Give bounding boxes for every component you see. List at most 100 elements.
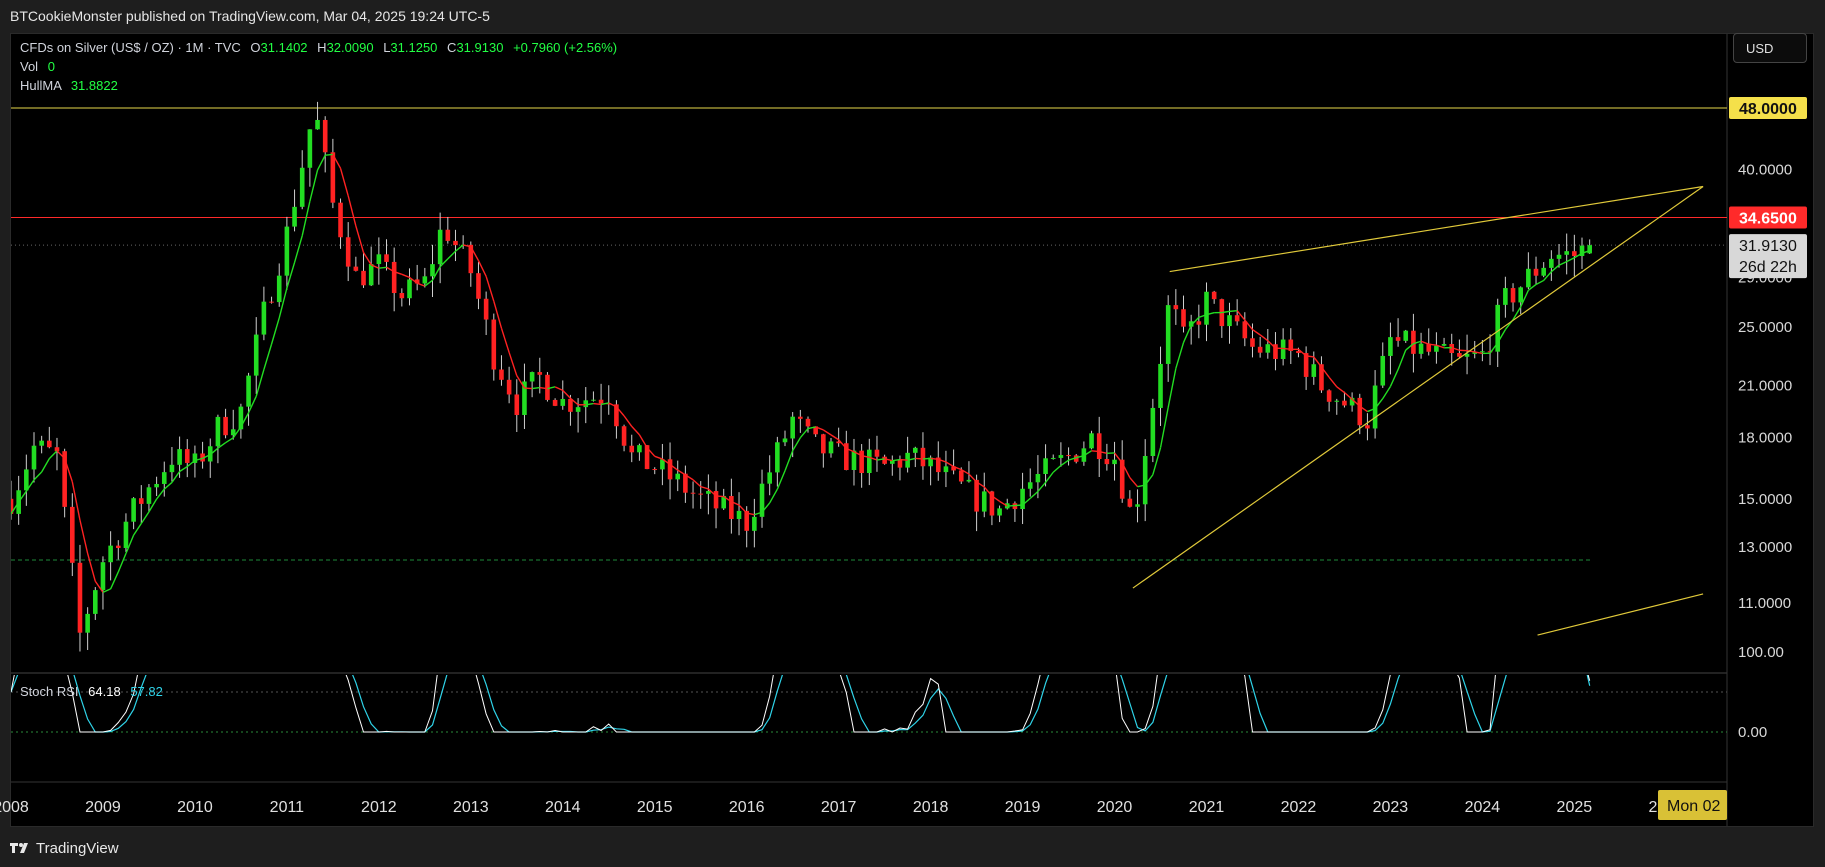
candle-down	[690, 492, 696, 494]
candle-up	[177, 449, 182, 465]
candle-up	[560, 398, 566, 406]
hull-segment	[1175, 342, 1185, 369]
candle-up	[437, 229, 443, 265]
hull-segment	[171, 471, 181, 483]
candle-up	[706, 491, 711, 494]
trendline[interactable]	[1132, 185, 1704, 589]
candle-up	[1150, 407, 1156, 457]
candle-down	[1096, 433, 1102, 460]
candle-down	[1365, 425, 1370, 429]
hull-segment	[401, 273, 410, 279]
candle-down	[138, 498, 144, 504]
hull-segment	[1535, 279, 1545, 286]
candle-up	[1050, 457, 1056, 459]
candle-up	[1441, 344, 1447, 346]
candle-up	[1265, 344, 1271, 353]
candle-down	[445, 229, 451, 241]
candle-up	[675, 473, 681, 480]
candle-down	[1196, 321, 1202, 325]
hull-segment	[1382, 386, 1392, 399]
candle-up	[1403, 330, 1409, 341]
candle-down	[545, 374, 550, 400]
candle-up	[736, 510, 742, 520]
candle-down	[974, 479, 979, 512]
candle-up	[1380, 355, 1386, 386]
candle-down	[1510, 288, 1516, 303]
stoch-tick-label: 100.00	[1738, 644, 1784, 661]
hull-segment	[715, 495, 724, 498]
candle-up	[767, 472, 772, 484]
hull-value: 31.8822	[70, 78, 118, 93]
hull-segment	[554, 386, 564, 391]
time-tick-label: 2023	[1373, 799, 1409, 816]
candle-up	[1334, 400, 1340, 402]
badge-48: 48.0000	[1739, 101, 1797, 118]
candle-up	[867, 449, 872, 474]
candle-up	[1526, 268, 1531, 288]
hull-segment	[1259, 334, 1269, 342]
candle-up	[407, 279, 412, 299]
hull-segment	[930, 457, 939, 461]
hull-segment	[1566, 257, 1575, 263]
hull-segment	[1252, 328, 1261, 336]
candle-up	[1587, 245, 1592, 254]
stoch-tick-label: 0.00	[1738, 724, 1767, 741]
candle-up	[912, 447, 918, 453]
hull-segment	[316, 154, 326, 171]
candle-down	[667, 459, 673, 480]
hull-segment	[156, 488, 165, 500]
hull-segment	[1397, 349, 1407, 370]
time-tick-label: 2019	[1005, 799, 1041, 816]
candle-up	[100, 562, 106, 591]
stoch-d-value: 57.82	[130, 684, 163, 699]
hull-segment	[1037, 482, 1047, 492]
time-tick-label: 2011	[270, 799, 305, 816]
legend-vol-row: Vol 0	[20, 59, 55, 74]
trendline[interactable]	[1169, 185, 1704, 273]
hull-segment	[1558, 261, 1567, 266]
candle-up	[422, 276, 428, 284]
candle-up	[1058, 455, 1064, 458]
hull-segment	[179, 466, 188, 473]
candle-up	[430, 264, 435, 277]
candle-up	[92, 590, 98, 614]
candle-down	[47, 440, 52, 448]
hull-segment	[109, 571, 119, 590]
trendlines[interactable]	[1132, 185, 1704, 636]
time-tick-label: 2022	[1281, 799, 1317, 816]
candle-up	[1158, 363, 1163, 408]
hull-segment	[1014, 504, 1023, 507]
hull-segment	[378, 266, 387, 269]
candle-up	[752, 516, 757, 531]
close-value: 31.9130	[456, 40, 504, 55]
candle-down	[353, 266, 359, 271]
candle-up	[39, 440, 44, 446]
candle-up	[368, 264, 374, 286]
time-tick-label: 2020	[1097, 799, 1133, 816]
hull-segment	[1428, 343, 1437, 346]
candle-down	[476, 273, 481, 299]
time-tick-label: 2013	[453, 799, 489, 816]
candle-up	[1388, 337, 1393, 356]
hull-segment	[1159, 407, 1169, 448]
candle-down	[54, 447, 60, 452]
hull-segment	[447, 250, 456, 260]
candle-down	[399, 293, 405, 299]
hull-segment	[822, 429, 832, 436]
horizontal-levels[interactable]	[11, 107, 1727, 561]
candle-down	[338, 202, 343, 238]
candle-up	[261, 301, 267, 335]
hull-segment	[355, 225, 365, 253]
symbol-title: CFDs on Silver (US$ / OZ) · 1M · TVC	[20, 40, 241, 55]
candle-up	[529, 372, 535, 382]
candle-down	[1173, 305, 1179, 310]
price-chart[interactable]: 11.0000 13.0000 15.0000 18.0000 21.0000 25.00…	[0, 0, 1825, 867]
time-tick-label: 2025	[1557, 799, 1593, 816]
footer-brand: TradingView	[36, 839, 119, 857]
trendline[interactable]	[1537, 593, 1704, 636]
candle-down	[1066, 455, 1071, 457]
candle-up	[24, 469, 29, 491]
currency-button[interactable]: USD	[1733, 33, 1807, 63]
hull-segment	[700, 485, 709, 490]
hull-segment	[48, 450, 58, 460]
